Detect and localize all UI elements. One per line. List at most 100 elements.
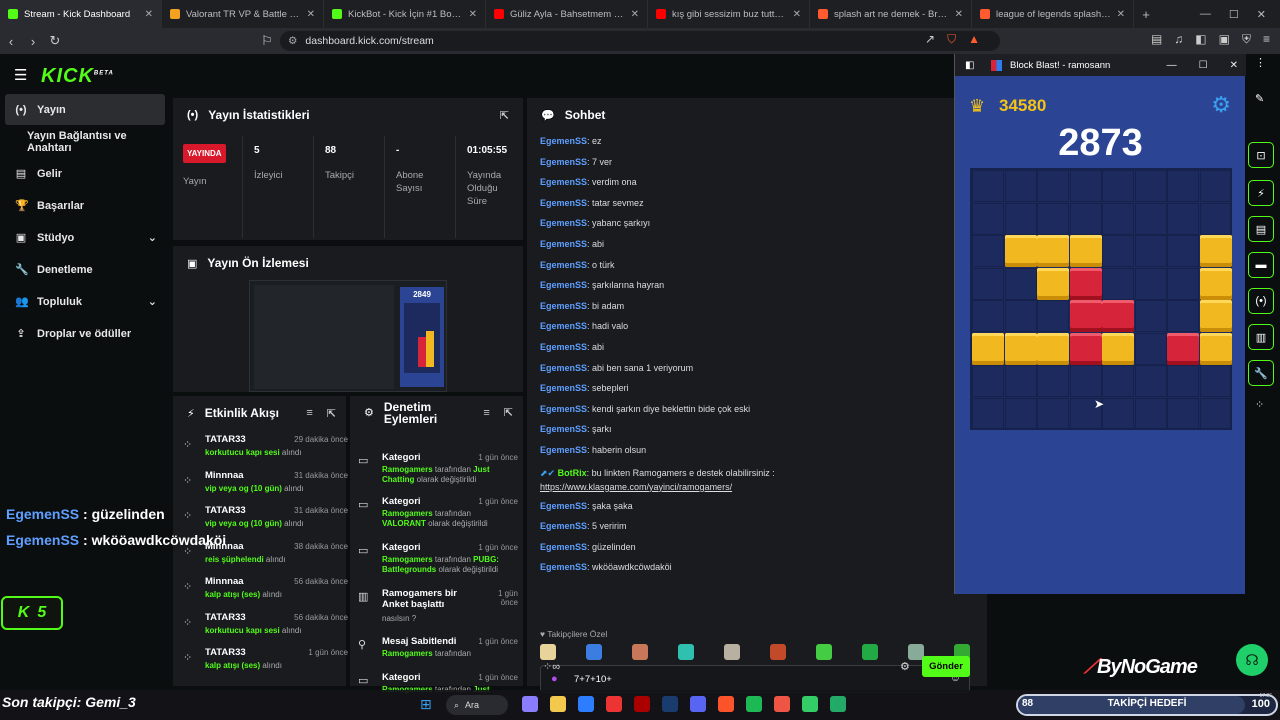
edit-icon[interactable]: ✎: [1255, 92, 1269, 105]
game-icon[interactable]: [830, 696, 846, 712]
chat-username[interactable]: EgemenSS: [540, 383, 587, 393]
maximize-icon[interactable]: ☐: [1229, 8, 1239, 21]
windows-start-icon[interactable]: ⊞: [420, 696, 432, 713]
chat-username[interactable]: EgemenSS: [540, 198, 587, 208]
chat-username[interactable]: EgemenSS: [540, 301, 587, 311]
file-explorer-icon[interactable]: [550, 696, 566, 712]
kickbot-icon[interactable]: ⁘: [1255, 398, 1269, 411]
forward-icon[interactable]: ›: [22, 34, 44, 49]
chat-username[interactable]: EgemenSS: [540, 445, 587, 455]
screenshot-icon[interactable]: ⊡: [1248, 142, 1274, 168]
popout-icon[interactable]: ⇱: [504, 407, 513, 419]
chat-username[interactable]: EgemenSS: [540, 321, 587, 331]
kickbot-icon[interactable]: ⁘∞: [543, 660, 560, 673]
maximize-icon[interactable]: ☐: [1199, 60, 1208, 71]
sidebar-item[interactable]: ⇪ Droplar ve ödüller: [5, 318, 165, 349]
menu-hamburger-icon[interactable]: ☰: [14, 66, 27, 84]
bookmark-icon[interactable]: ⚐: [256, 33, 278, 49]
chat-username[interactable]: EgemenSS: [540, 404, 587, 414]
emote-icon[interactable]: [632, 644, 648, 660]
sidebar-item[interactable]: 🔧 Denetleme: [5, 254, 165, 285]
browser-tab[interactable]: Valorant TR VP & Battle Pass Satın Al ✕: [162, 0, 324, 28]
bank-icon[interactable]: ▥: [1248, 324, 1274, 350]
tab-close-icon[interactable]: ✕: [145, 9, 153, 20]
send-button[interactable]: Gönder: [922, 656, 970, 677]
back-icon[interactable]: ‹: [0, 34, 22, 49]
chat-link[interactable]: https://www.klasgame.com/yayinci/ramogam…: [540, 482, 732, 492]
stream-preview-thumbnail[interactable]: 2849: [249, 280, 447, 392]
site-info-icon[interactable]: ⚙: [288, 35, 297, 47]
emote-icon[interactable]: [678, 644, 694, 660]
menu-icon[interactable]: ≡: [1263, 32, 1270, 47]
share-icon[interactable]: ↗: [925, 32, 935, 47]
browser-tab[interactable]: splash art ne demek - Brave Search ✕: [810, 0, 972, 28]
new-tab-button[interactable]: +: [1134, 0, 1158, 28]
sidebar-item[interactable]: 🏆 Başarılar: [5, 190, 165, 221]
sidebar-item[interactable]: ▤ Gelir: [5, 158, 165, 189]
chat-username[interactable]: EgemenSS: [540, 260, 587, 270]
address-bar[interactable]: ⚙ dashboard.kick.com/stream: [280, 31, 1000, 51]
browser-tab[interactable]: league of legends splash art - Brave ✕: [972, 0, 1134, 28]
brave-shield-icon[interactable]: ⛉: [947, 32, 956, 47]
panel-icon[interactable]: ◧: [1195, 32, 1206, 47]
steam-icon[interactable]: [662, 696, 678, 712]
mic-icon[interactable]: ●: [551, 673, 558, 685]
chat-username[interactable]: EgemenSS: [540, 363, 587, 373]
riot-icon[interactable]: [634, 696, 650, 712]
popout-icon[interactable]: ⇱: [327, 407, 336, 420]
emote-icon[interactable]: [862, 644, 878, 660]
chevron-down-icon[interactable]: ⌄: [148, 231, 157, 244]
chat-username[interactable]: EgemenSS: [540, 136, 587, 146]
emote-icon[interactable]: [540, 644, 556, 660]
sidebar-item[interactable]: Yayın Bağlantısı ve Anahtarı: [5, 126, 165, 157]
close-icon[interactable]: ✕: [1257, 8, 1266, 21]
sidebar-item[interactable]: (•) Yayın: [5, 94, 165, 125]
game-board[interactable]: [970, 168, 1232, 430]
wrench-icon[interactable]: 🔧: [1248, 360, 1274, 386]
brave-icon[interactable]: [718, 696, 734, 712]
chat-username[interactable]: EgemenSS: [540, 239, 587, 249]
reload-icon[interactable]: ↻: [44, 33, 66, 49]
minimize-icon[interactable]: —: [1167, 60, 1177, 71]
bolt-icon[interactable]: ⚡: [1248, 180, 1274, 206]
vpn-icon[interactable]: ⛨: [1242, 32, 1251, 47]
minimize-icon[interactable]: —: [1200, 8, 1211, 20]
emote-icon[interactable]: [724, 644, 740, 660]
emote-icon[interactable]: [816, 644, 832, 660]
chat-icon[interactable]: ▬: [1248, 252, 1274, 278]
tab-close-icon[interactable]: ✕: [955, 9, 963, 20]
gear-icon[interactable]: ⚙: [1211, 92, 1231, 118]
browser-tab[interactable]: KickBot - Kick İçin #1 Bot | Sohbet, B ✕: [324, 0, 486, 28]
chevron-down-icon[interactable]: ⌄: [148, 295, 157, 308]
valorant-icon[interactable]: [606, 696, 622, 712]
chat-username[interactable]: EgemenSS: [540, 542, 587, 552]
store-icon[interactable]: [578, 696, 594, 712]
filter-icon[interactable]: ≡: [306, 407, 312, 420]
chat-username[interactable]: EgemenSS: [540, 501, 587, 511]
chat-username[interactable]: EgemenSS: [540, 218, 587, 228]
emote-icon[interactable]: [586, 644, 602, 660]
close-icon[interactable]: ✕: [1230, 60, 1238, 71]
chat-username[interactable]: EgemenSS: [540, 280, 587, 290]
chat-username[interactable]: EgemenSS: [540, 342, 587, 352]
tab-close-icon[interactable]: ✕: [631, 9, 639, 20]
browser-tab[interactable]: kış gibi sessizim buz tuttu şehrim - Y ✕: [648, 0, 810, 28]
notes-icon[interactable]: ▤: [1248, 216, 1274, 242]
kick-logo[interactable]: KICKBETA: [41, 65, 114, 88]
chat-username[interactable]: BotRix: [558, 468, 587, 478]
window-layout-icon[interactable]: ◧: [965, 60, 974, 71]
tab-close-icon[interactable]: ✕: [307, 9, 315, 20]
obs-icon[interactable]: [774, 696, 790, 712]
brave-rewards-icon[interactable]: ▲: [968, 32, 980, 47]
tab-close-icon[interactable]: ✕: [1117, 9, 1125, 20]
emote-icon[interactable]: [770, 644, 786, 660]
support-headset-icon[interactable]: ☊: [1236, 644, 1268, 676]
broadcast-icon[interactable]: (•): [1248, 288, 1274, 314]
more-icon[interactable]: ⋮: [1255, 56, 1269, 69]
chat-username[interactable]: EgemenSS: [540, 562, 587, 572]
tab-close-icon[interactable]: ✕: [469, 9, 477, 20]
music-icon[interactable]: ♫: [1174, 32, 1183, 47]
chat-username[interactable]: EgemenSS: [540, 521, 587, 531]
copilot-icon[interactable]: [522, 696, 538, 712]
sidebar-item[interactable]: 👥 Topluluk ⌄: [5, 286, 165, 317]
